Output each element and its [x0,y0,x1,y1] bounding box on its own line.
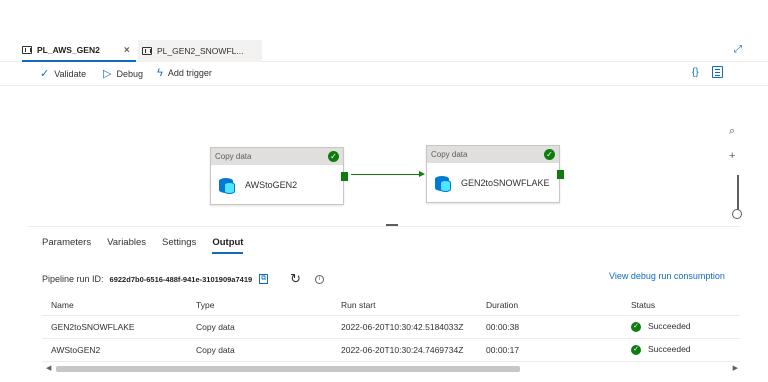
column-header-name[interactable]: Name [42,295,187,316]
tab-pl-aws-gen2[interactable]: PL_AWS_GEN2 × [22,40,136,62]
validate-button[interactable]: ✓ Validate [40,67,86,80]
cell-status: ✓ Succeeded [622,315,740,339]
activity-type: Copy data [431,150,468,159]
scroll-right-icon[interactable]: ▶ [733,364,738,372]
column-header-type[interactable]: Type [187,295,332,316]
tab-label: PL_AWS_GEN2 [37,45,100,55]
connector-arrow-icon [419,171,425,177]
cell-name[interactable]: GEN2toSNOWFLAKE [42,315,187,339]
success-check-icon: ✓ [544,149,555,160]
activity-header: Copy data ✓ [427,146,559,163]
success-output-port[interactable] [557,170,564,179]
activity-name: AWStoGEN2 [245,180,298,190]
pipeline-canvas[interactable]: Copy data ✓ AWStoGEN2 Copy data ✓ GEN2to… [0,87,743,226]
success-check-icon: ✓ [631,344,641,355]
search-icon[interactable]: ⌕ [729,125,743,138]
status-text: Succeeded [648,344,691,355]
dependency-connector[interactable] [351,174,423,175]
table-row[interactable]: GEN2toSNOWFLAKE Copy data 2022-06-20T10:… [42,315,740,339]
debug-button[interactable]: ▷ Debug [103,67,143,80]
add-trigger-button[interactable]: ϟ Add trigger [157,67,212,79]
zoom-slider-track[interactable] [737,175,739,213]
success-output-port[interactable] [341,172,348,181]
canvas-side-tools: ⌕ + [729,125,743,174]
cell-type: Copy data [187,338,332,362]
column-header-run-start[interactable]: Run start [332,295,477,316]
refresh-icon[interactable]: ↻ [290,271,301,287]
activity-gen2tosnowflake[interactable]: Copy data ✓ GEN2toSNOWFLAKE [426,145,564,203]
success-check-icon: ✓ [631,321,641,332]
cell-duration: 00:00:38 [477,315,622,339]
pipeline-icon [22,46,32,54]
column-header-duration[interactable]: Duration [477,295,622,316]
expand-icon[interactable]: ⤢ [734,44,742,55]
tab-settings[interactable]: Settings [162,237,196,254]
lightning-icon: ϟ [157,67,163,79]
play-icon: ▷ [103,68,112,80]
activity-header: Copy data ✓ [211,148,343,165]
copy-icon[interactable]: ⧉ [259,274,269,284]
zoom-slider-handle[interactable] [732,209,742,219]
success-check-icon: ✓ [328,151,339,162]
run-id-label: Pipeline run ID: [42,274,104,284]
cell-duration: 00:00:17 [477,338,622,362]
activity-type: Copy data [215,152,252,161]
output-table: Name Type Run start Duration Status GEN2… [42,295,740,362]
pipeline-tab-bar: PL_AWS_GEN2 × PL_GEN2_SNOWFL... ⤢ [0,40,768,62]
activity-body: GEN2toSNOWFLAKE [427,163,559,203]
close-icon[interactable]: × [124,45,130,56]
pipeline-icon [142,47,152,55]
properties-panel: Parameters Variables Settings Output Pip… [28,226,740,382]
cell-name[interactable]: AWStoGEN2 [42,338,187,362]
add-trigger-label: Add trigger [167,68,212,78]
scroll-left-icon[interactable]: ◀ [46,364,51,372]
status-text: Succeeded [648,321,691,332]
copy-data-icon [435,174,451,192]
tab-label: PL_GEN2_SNOWFL... [157,46,244,56]
debug-label: Debug [116,68,143,79]
panel-tabs: Parameters Variables Settings Output [42,237,259,254]
tab-variables[interactable]: Variables [107,237,146,254]
zoom-in-icon[interactable]: + [729,150,743,162]
validate-label: Validate [54,68,87,79]
run-id-value: 6922d7b0-6516-488f-941e-3101909a7419 [109,274,253,284]
cell-type: Copy data [187,315,332,339]
code-icon[interactable]: {} [692,67,699,78]
copy-data-icon [219,176,235,194]
cell-run-start: 2022-06-20T10:30:24.7469734Z [332,338,477,362]
activity-body: AWStoGEN2 [211,165,343,205]
pipeline-run-id: Pipeline run ID: 6922d7b0-6516-488f-941e… [42,271,325,287]
activity-awstogen2[interactable]: Copy data ✓ AWStoGEN2 [210,147,348,205]
column-header-status[interactable]: Status [622,295,740,316]
info-icon[interactable]: i [315,274,325,284]
tab-parameters[interactable]: Parameters [42,237,91,254]
cell-run-start: 2022-06-20T10:30:42.5184033Z [332,315,477,339]
table-row[interactable]: AWStoGEN2 Copy data 2022-06-20T10:30:24.… [42,338,740,362]
horizontal-scrollbar[interactable]: ◀ ▶ [42,363,740,375]
properties-icon[interactable] [712,66,723,78]
check-icon: ✓ [40,68,50,80]
pipeline-toolbar: ✓ Validate ▷ Debug ϟ Add trigger {} [0,62,768,86]
cell-status: ✓ Succeeded [622,338,740,362]
tab-pl-gen2-snowflake[interactable]: PL_GEN2_SNOWFL... [138,40,262,62]
activity-name: GEN2toSNOWFLAKE [461,178,550,188]
view-debug-run-consumption-link[interactable]: View debug run consumption [609,271,725,281]
table-header-row: Name Type Run start Duration Status [42,295,740,316]
scrollbar-thumb[interactable] [56,366,520,372]
tab-output[interactable]: Output [212,237,244,254]
